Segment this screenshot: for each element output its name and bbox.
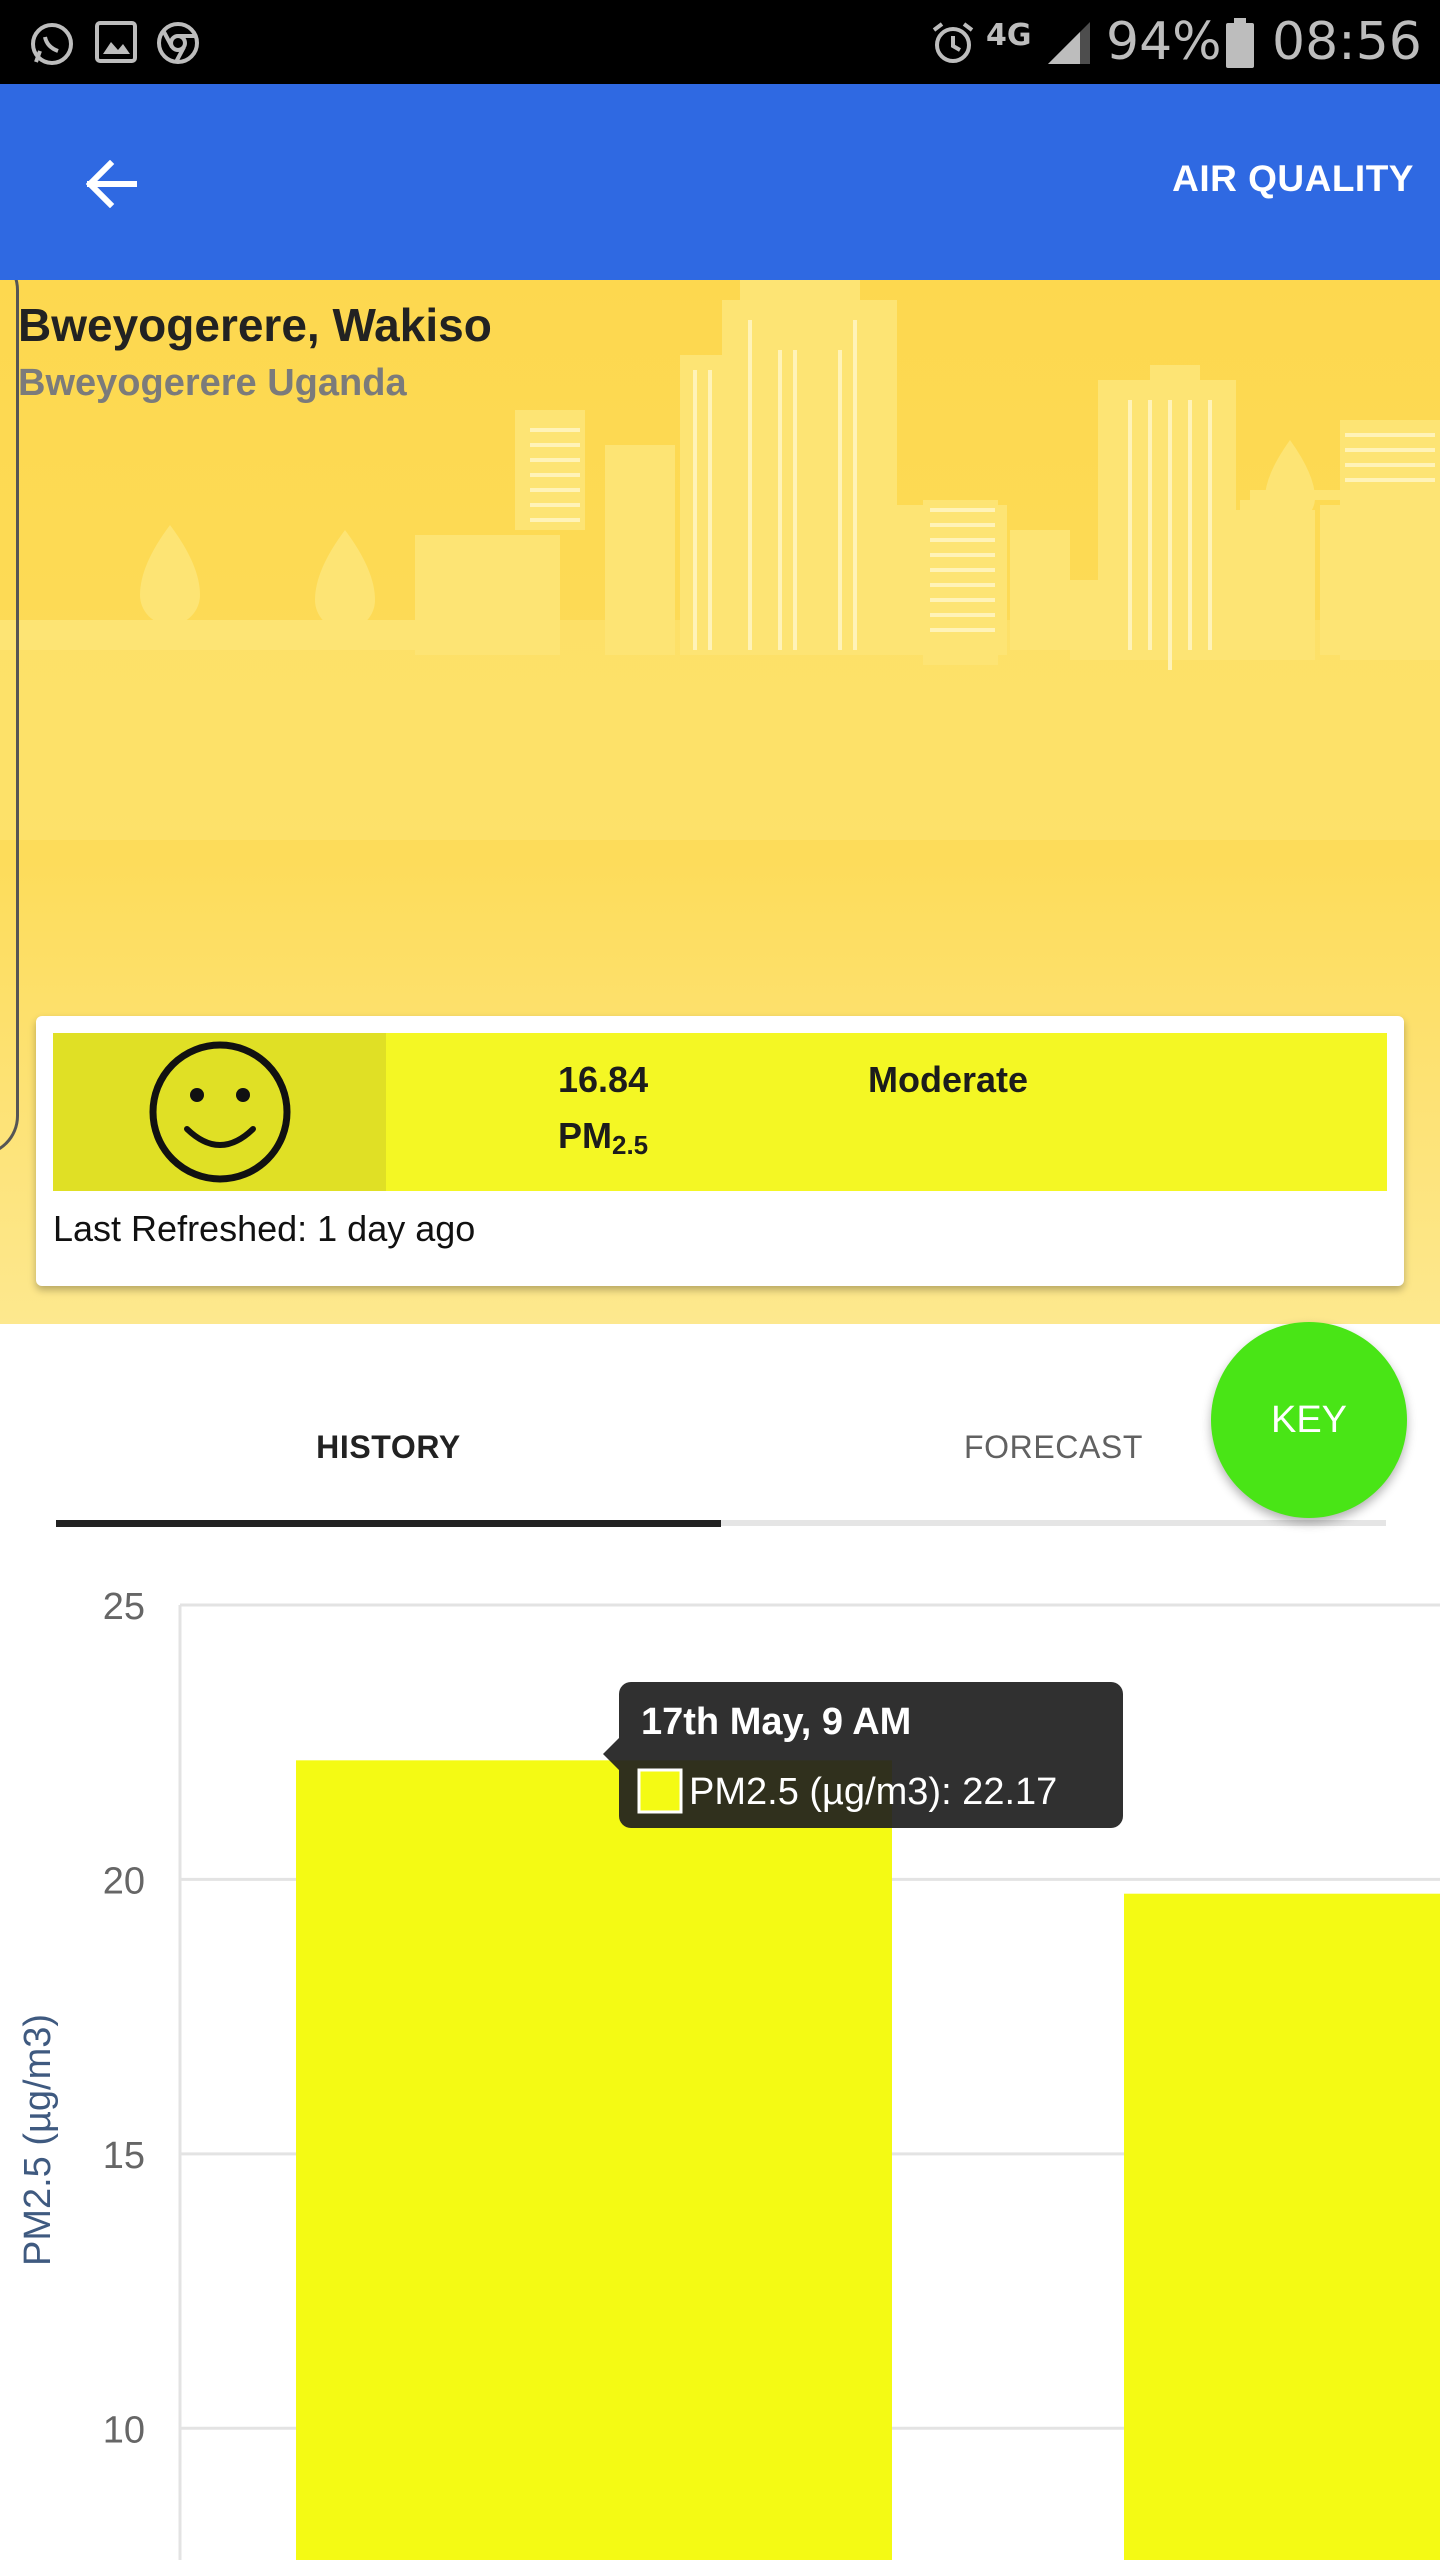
last-refreshed: Last Refreshed: 1 day ago (53, 1208, 476, 1249)
tooltip-title: 17th May, 9 AM (641, 1701, 911, 1743)
location-name: Bweyogerere, Wakiso (18, 299, 492, 351)
clock: 08:56 (1272, 12, 1422, 72)
y-tick-label: 10 (103, 2409, 145, 2451)
aqi-card: 16.84 PM2.5 Moderate Last Refreshed: 1 d… (36, 1016, 1404, 1286)
whatsapp-icon (31, 23, 73, 65)
alarm-icon (932, 22, 974, 63)
y-tick-label: 25 (103, 1586, 145, 1628)
location-hero: Bweyogerere, Wakiso Bweyogerere Uganda 1… (0, 280, 1440, 1324)
face-box (53, 1033, 386, 1191)
air-quality-category: Moderate (868, 1059, 1029, 1100)
gallery-icon (95, 21, 137, 63)
key-button[interactable]: KEY (1211, 1322, 1407, 1518)
pm25-value: 16.84 (558, 1059, 649, 1100)
arrow-left-icon (86, 160, 137, 208)
pm-unit-main: PM (558, 1115, 612, 1156)
battery-icon (1226, 18, 1254, 68)
pm25-unit: PM2.5 (558, 1115, 648, 1161)
tab-history[interactable]: HISTORY (56, 1370, 721, 1525)
aqi-strip: 16.84 PM2.5 Moderate (53, 1033, 1387, 1191)
bar (1124, 1893, 1440, 2560)
chrome-icon (157, 22, 199, 64)
tab-active-indicator (56, 1520, 721, 1527)
tab-bar: HISTORY FORECAST (56, 1370, 1386, 1530)
status-bar: 4G 94% 08:56 (0, 0, 1440, 84)
app-title: AIR QUALITY (1172, 158, 1414, 199)
tooltip-swatch (637, 1768, 683, 1814)
smiley-face-icon (149, 1041, 290, 1183)
back-button[interactable] (62, 134, 162, 234)
network-type: 4G (986, 18, 1032, 53)
y-axis-title: PM2.5 (µg/m3) (17, 2014, 59, 2266)
tooltip-value: PM2.5 (µg/m3): 22.17 (689, 1771, 1057, 1813)
pm-unit-subscript: 2.5 (612, 1130, 649, 1160)
y-tick-label: 15 (103, 2135, 145, 2177)
signal-icon (1048, 22, 1090, 64)
bar (296, 1760, 892, 2560)
location-subtitle: Bweyogerere Uganda (18, 362, 407, 404)
y-tick-label: 20 (103, 1860, 145, 1902)
battery-percent: 94% (1106, 12, 1222, 72)
pm25-history-chart: 10 15 20 25 PM2.5 (µg/m3) 17th May, 9 AM PM2.5… (17, 1586, 1440, 2560)
app-bar: AIR QUALITY (0, 84, 1440, 280)
